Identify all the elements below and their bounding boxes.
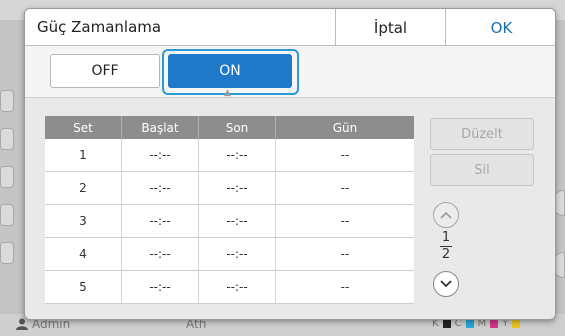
table-row[interactable]: 2 --:-- --:-- -- [45, 172, 414, 205]
dialog-title-bar: Güç Zamanlama İptal OK [25, 9, 555, 46]
page-total: 2 [441, 247, 451, 262]
cell-set: 5 [45, 271, 122, 303]
caret-up-icon: ▲ [224, 88, 231, 98]
cell-day: -- [340, 148, 350, 162]
cell-end: --:-- [199, 205, 276, 237]
table-row[interactable]: 1 --:-- --:-- -- [45, 139, 414, 172]
cell-start: --:-- [122, 271, 199, 303]
cell-day: -- [340, 280, 350, 294]
page-current: 1 [441, 230, 451, 245]
on-off-toggle: OFF ON ▲ [25, 46, 555, 98]
cell-end: --:-- [199, 172, 276, 204]
page-indicator: 1 2 [435, 231, 457, 262]
header-day: Gün [332, 120, 358, 135]
ok-button[interactable]: OK [445, 9, 555, 46]
cell-set: 3 [45, 205, 122, 237]
cell-start: --:-- [122, 139, 199, 171]
cell-end: --:-- [199, 271, 276, 303]
cell-set: 4 [45, 238, 122, 270]
chevron-down-icon[interactable] [433, 271, 459, 297]
dialog-title: Güç Zamanlama [37, 18, 162, 36]
cell-end: --:-- [199, 139, 276, 171]
on-button[interactable]: ON [168, 54, 292, 88]
header-start: Başlat [122, 116, 199, 139]
cell-start: --:-- [122, 172, 199, 204]
cell-day: -- [340, 247, 350, 261]
cell-end: --:-- [199, 238, 276, 270]
table-row[interactable]: 4 --:-- --:-- -- [45, 238, 414, 271]
cell-start: --:-- [122, 205, 199, 237]
table-row[interactable]: 5 --:-- --:-- -- [45, 271, 414, 304]
power-schedule-dialog: Güç Zamanlama İptal OK OFF ON ▲ Set Başl… [24, 8, 556, 320]
off-button[interactable]: OFF [50, 54, 160, 88]
cell-day: -- [340, 214, 350, 228]
schedule-table: Set Başlat Son Gün 1 --:-- --:-- -- 2 --… [45, 116, 414, 304]
header-set: Set [45, 116, 122, 139]
table-header: Set Başlat Son Gün [45, 116, 414, 139]
user-icon [16, 318, 28, 330]
cell-set: 2 [45, 172, 122, 204]
background-left-buttons [0, 90, 14, 290]
table-row[interactable]: 3 --:-- --:-- -- [45, 205, 414, 238]
delete-button[interactable]: Sil [430, 154, 534, 186]
edit-button[interactable]: Düzelt [430, 118, 534, 150]
cancel-button[interactable]: İptal [335, 9, 445, 46]
chevron-up-icon[interactable] [433, 202, 459, 228]
cell-day: -- [340, 181, 350, 195]
header-end: Son [199, 116, 276, 139]
cell-start: --:-- [122, 238, 199, 270]
cell-set: 1 [45, 139, 122, 171]
